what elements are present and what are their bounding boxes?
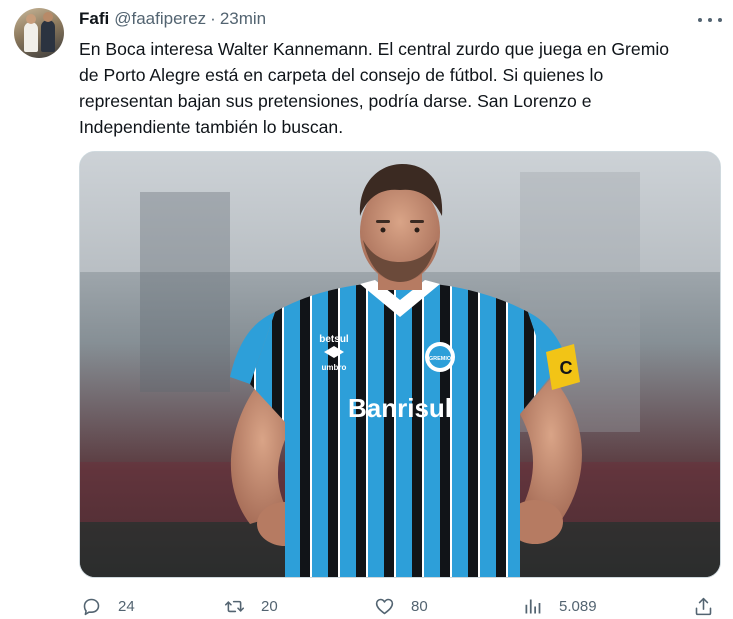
- retweet-button[interactable]: 20: [224, 594, 278, 618]
- tweet-text: En Boca interesa Walter Kannemann. El ce…: [79, 36, 709, 140]
- tweet-text-line: Independiente también lo buscan.: [79, 117, 344, 137]
- sponsor-text: Banrisul: [348, 393, 452, 423]
- tweet-photo[interactable]: C GREMIO betsul umbro Banrisul: [79, 151, 721, 578]
- avatar[interactable]: [14, 8, 64, 58]
- tweet-actions: 24 20 80 5.089: [79, 594, 721, 618]
- separator: ·: [210, 9, 216, 28]
- views-chart-icon: [525, 599, 541, 613]
- share-icon: [695, 597, 712, 615]
- reply-button[interactable]: 24: [81, 594, 135, 618]
- like-count: 80: [411, 597, 428, 615]
- views-count: 5.089: [559, 597, 597, 615]
- author-name[interactable]: Fafi: [79, 9, 109, 29]
- club-badge-text: GREMIO: [429, 356, 452, 362]
- tweet-text-line: En Boca interesa Walter Kannemann. El ce…: [79, 39, 670, 59]
- reply-icon: [83, 598, 100, 615]
- reply-count: 24: [118, 597, 135, 615]
- captain-letter: C: [560, 358, 573, 378]
- retweet-count: 20: [261, 597, 278, 615]
- maker-text: umbro: [322, 363, 347, 372]
- tweet[interactable]: Fafi @faafiperez · 23min En Boca interes…: [0, 0, 733, 619]
- author-handle[interactable]: @faafiperez: [114, 9, 206, 29]
- kit-brand-text: betsul: [319, 334, 349, 345]
- views-button[interactable]: 5.089: [522, 594, 597, 618]
- timestamp[interactable]: 23min: [220, 9, 266, 29]
- player-photo-illustration: C GREMIO betsul umbro Banrisul: [80, 152, 720, 577]
- heart-icon: [375, 598, 394, 614]
- share-button[interactable]: [693, 594, 714, 618]
- tweet-text-line: de Porto Alegre está en carpeta del cons…: [79, 65, 604, 85]
- like-button[interactable]: 80: [374, 594, 428, 618]
- tweet-text-line: representan bajan sus pretensiones, podr…: [79, 91, 592, 111]
- more-icon[interactable]: [698, 10, 722, 30]
- tweet-header: Fafi @faafiperez · 23min: [79, 8, 266, 30]
- retweet-icon: [224, 600, 245, 612]
